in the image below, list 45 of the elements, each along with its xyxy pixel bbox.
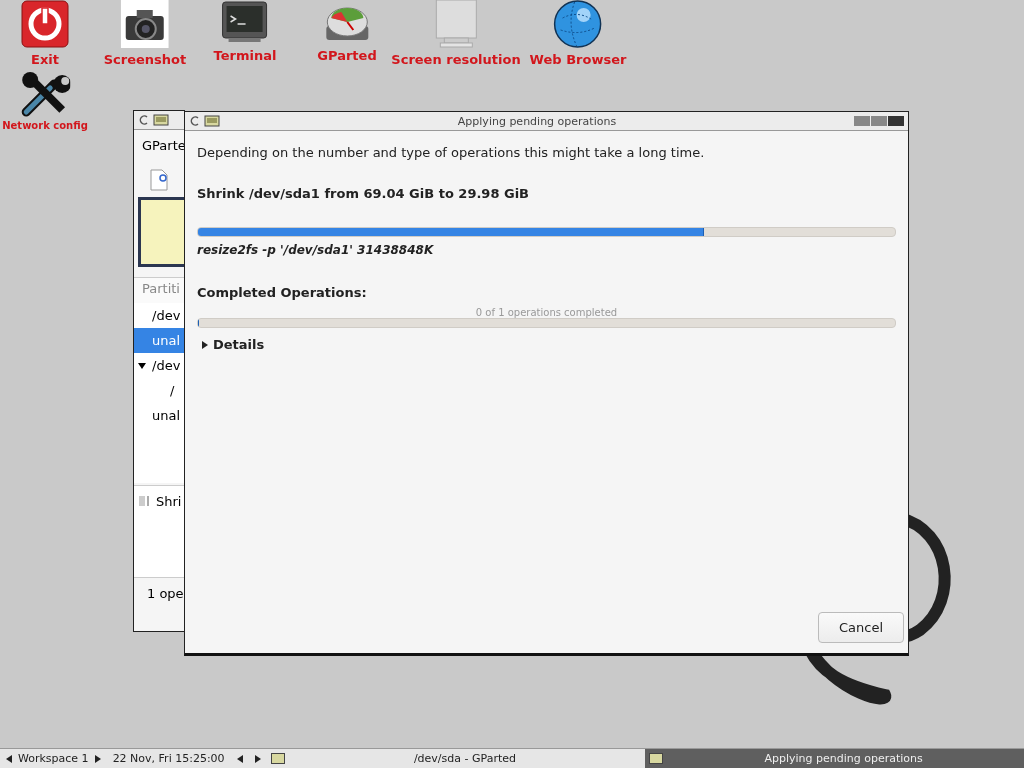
operation-text: Shrink /dev/sda1 from 69.04 GiB to 29.98 GiB	[197, 186, 531, 201]
expander-down-icon[interactable]	[138, 361, 146, 370]
taskbar-task[interactable]: Applying pending operations	[645, 749, 1024, 768]
command-text: resize2fs -p '/dev/sda1' 31438848K	[197, 243, 435, 257]
partition-row[interactable]: /	[134, 378, 184, 403]
pending-operation-text: Shri	[156, 494, 182, 509]
workspace-label: Workspace 1	[18, 752, 89, 765]
window-icon	[649, 753, 664, 764]
operation-icon	[138, 494, 150, 508]
desktop-shortcut[interactable]: Screenshot	[103, 0, 187, 67]
details-expander[interactable]: Details	[197, 336, 271, 353]
completed-label: Completed Operations:	[197, 285, 368, 300]
globe-icon	[553, 0, 603, 48]
scroll-right-icon[interactable]	[253, 754, 262, 763]
next-workspace-icon[interactable]	[93, 754, 102, 763]
swirl-icon	[189, 115, 201, 127]
taskbar-task[interactable]: /dev/sda - GParted	[266, 749, 646, 768]
swirl-icon	[138, 114, 150, 126]
desktop-shortcut[interactable]: Web Browser	[529, 0, 627, 67]
new-document-icon[interactable]	[150, 169, 168, 191]
cancel-button[interactable]: Cancel	[817, 612, 904, 643]
description-text: Depending on the number and type of operations this might take a long time.	[197, 145, 706, 160]
power-icon	[21, 0, 69, 48]
camera-icon	[121, 0, 169, 48]
partition-row[interactable]: unal	[134, 403, 184, 428]
previous-workspace-icon[interactable]	[5, 754, 13, 763]
partition-row[interactable]: /dev	[134, 303, 184, 328]
window-title: Applying pending operations	[456, 114, 618, 128]
progress-text: 0 of 1 operations completed	[474, 307, 619, 318]
clock-text: 22 Nov, Fri 15:25:00	[111, 752, 226, 765]
desktop-shortcut[interactable]: Screen resolution	[391, 0, 521, 67]
desktop-shortcut[interactable]: Exit	[21, 0, 69, 67]
terminal-icon	[221, 0, 269, 44]
partition-row[interactable]: /dev	[134, 353, 184, 378]
partition-row[interactable]: unal	[134, 328, 184, 353]
scroll-left-icon[interactable]	[235, 754, 244, 763]
tools-icon	[20, 72, 70, 118]
desktop-shortcut[interactable]: Network config	[2, 72, 88, 131]
partition-graph[interactable]	[138, 197, 184, 267]
status-text: 1 ope	[147, 586, 184, 601]
desktop-shortcut[interactable]: GParted	[317, 0, 377, 63]
window-icon	[270, 753, 285, 764]
column-header[interactable]: Partiti	[134, 277, 184, 303]
expander-icon	[201, 340, 209, 349]
desktop-shortcut[interactable]: Terminal	[213, 0, 277, 63]
